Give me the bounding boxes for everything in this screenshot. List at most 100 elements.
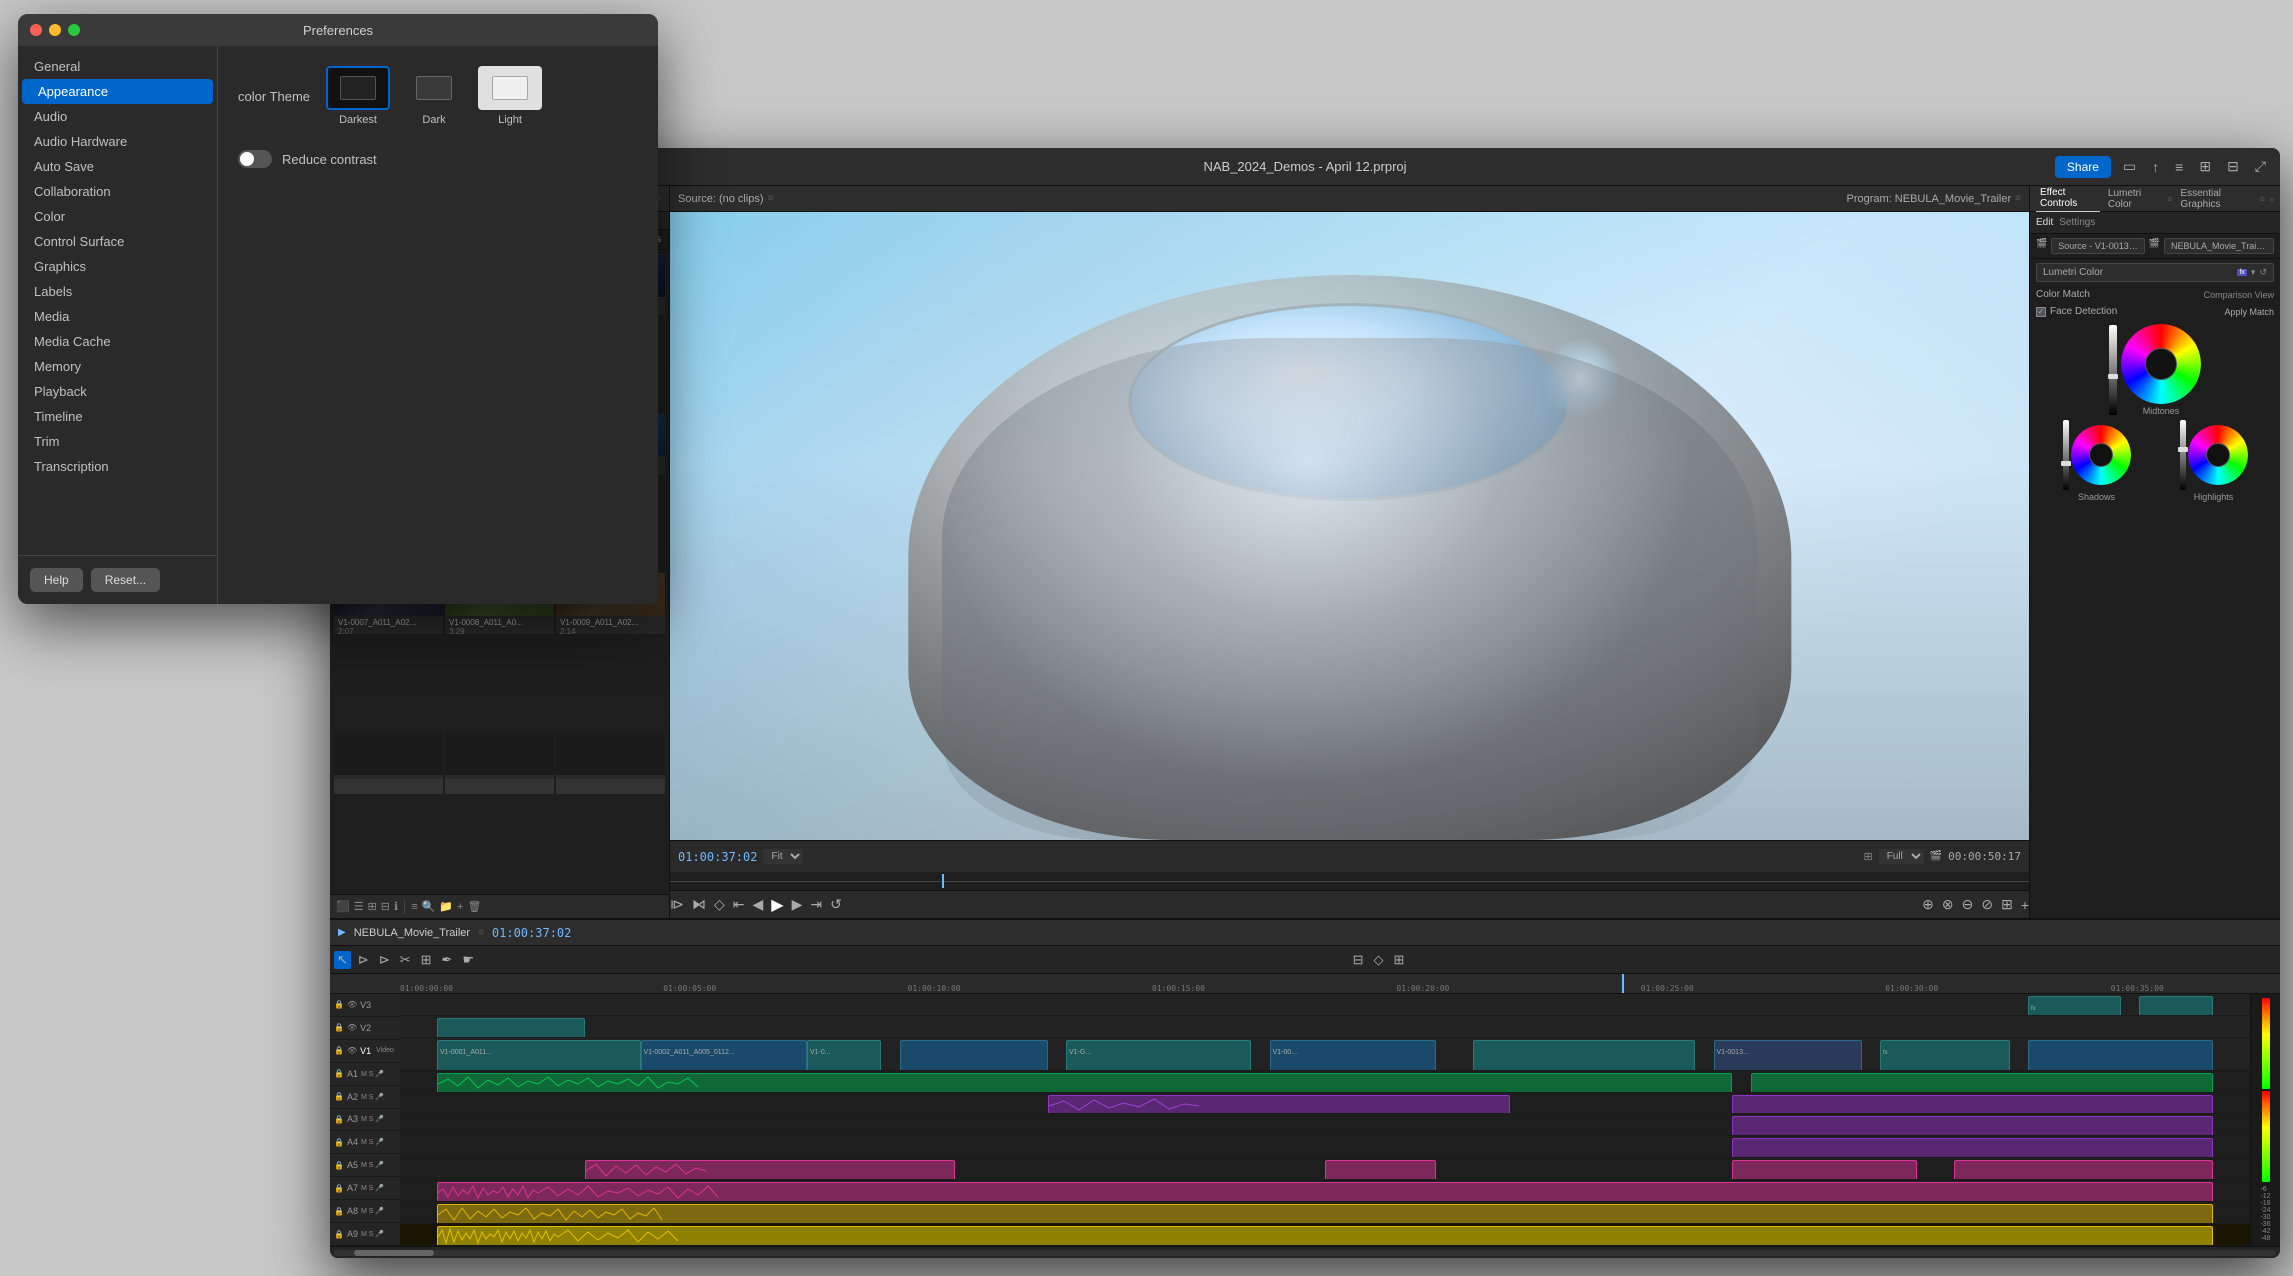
sidebar-item-audio[interactable]: Audio <box>18 104 217 129</box>
step-back-icon[interactable]: ◀ <box>753 896 764 913</box>
add-marker-icon[interactable]: ◇ <box>714 896 725 913</box>
export-frame-icon[interactable]: ⊞ <box>2001 896 2013 913</box>
midtones-wheel[interactable] <box>2121 324 2201 404</box>
timeline-scrollbar[interactable] <box>330 1246 2280 1258</box>
a5-clip-2[interactable] <box>1325 1160 1436 1180</box>
lock-icon-a4[interactable]: 🔒 <box>334 1138 344 1147</box>
share-button[interactable]: Share <box>2055 156 2111 178</box>
theme-option-dark[interactable]: Dark <box>402 66 466 126</box>
sidebar-item-control-surface[interactable]: Control Surface <box>18 229 217 254</box>
sidebar-item-general[interactable]: General <box>18 54 217 79</box>
sidebar-item-labels[interactable]: Labels <box>18 279 217 304</box>
sidebar-item-playback[interactable]: Playback <box>18 379 217 404</box>
razor-tool[interactable]: ✂ <box>397 950 414 970</box>
source-clip-button[interactable]: Source - V1-0013_A01... <box>2051 238 2145 254</box>
sidebar-item-timeline[interactable]: Timeline <box>18 404 217 429</box>
lock-icon-v3[interactable]: 🔒 <box>334 1000 344 1009</box>
mark-out-icon[interactable]: ⧑ <box>692 896 706 913</box>
new-item-icon[interactable]: + <box>457 901 463 913</box>
lock-icon-a2[interactable]: 🔒 <box>334 1092 344 1101</box>
mark-in-icon[interactable]: ⧐ <box>670 896 684 913</box>
fit-select[interactable]: Fit <box>763 849 803 864</box>
step-forward-icon[interactable]: ▶ <box>792 896 803 913</box>
sidebar-item-color[interactable]: Color <box>18 204 217 229</box>
a2-clip-1[interactable] <box>1048 1095 1511 1115</box>
sidebar-item-media[interactable]: Media <box>18 304 217 329</box>
sidebar-item-collaboration[interactable]: Collaboration <box>18 179 217 204</box>
sidebar-item-audio-hardware[interactable]: Audio Hardware <box>18 129 217 154</box>
a1-track-row[interactable] <box>400 1071 2250 1093</box>
add-icon[interactable]: + <box>2021 897 2029 913</box>
freeform-icon[interactable]: ⊟ <box>381 900 390 913</box>
captions-icon[interactable]: ⊞ <box>1391 950 1408 970</box>
help-button[interactable]: Help <box>30 568 83 592</box>
hand-tool[interactable]: ☛ <box>459 950 477 970</box>
comparison-view-button[interactable]: Comparison View <box>2204 290 2274 300</box>
fullscreen-icon[interactable]: ⤢ <box>2251 156 2270 177</box>
a8-track-row[interactable] <box>400 1202 2250 1224</box>
a7-clip-1[interactable] <box>437 1182 2213 1202</box>
v1-clip-1[interactable]: V1-0001_A011... <box>437 1040 641 1071</box>
overwrite-icon[interactable]: ⊗ <box>1942 896 1954 913</box>
next-edit-icon[interactable]: ⇥ <box>810 896 822 913</box>
extract-icon[interactable]: ⊘ <box>1981 896 1993 913</box>
theme-option-darkest[interactable]: Darkest <box>326 66 390 126</box>
pen-tool[interactable]: ✒ <box>439 950 456 970</box>
v1-clip-2[interactable]: V1-0002_A011_A005_0112... <box>641 1040 808 1071</box>
lock-icon-a5[interactable]: 🔒 <box>334 1161 344 1170</box>
sidebar-item-auto-save[interactable]: Auto Save <box>18 154 217 179</box>
minimize-button[interactable] <box>49 24 61 36</box>
reset-button[interactable]: Reset... <box>91 568 160 592</box>
a2-clip-2[interactable] <box>1732 1095 2213 1115</box>
markers-icon[interactable]: ◇ <box>1371 950 1387 970</box>
a8-clip-1[interactable] <box>437 1204 2213 1224</box>
v2-track-row[interactable] <box>400 1016 2250 1038</box>
lock-icon-a9[interactable]: 🔒 <box>334 1230 344 1239</box>
reset-icon[interactable]: ↺ <box>2259 267 2267 278</box>
sidebar-item-memory[interactable]: Memory <box>18 354 217 379</box>
timeline-timecode[interactable]: 01:00:37:02 <box>492 926 571 940</box>
a5-clip-4[interactable] <box>1954 1160 2213 1180</box>
v1-clip-4[interactable] <box>900 1040 1048 1071</box>
v1-clip-v1-0013[interactable]: V1-0013... <box>1714 1040 1862 1071</box>
playback-scrubber[interactable] <box>670 872 2029 890</box>
lock-icon-a7[interactable]: 🔒 <box>334 1184 344 1193</box>
v1-clip-5[interactable]: V1-G... <box>1066 1040 1251 1071</box>
a4-clip-1[interactable] <box>1732 1138 2213 1158</box>
metadata-icon[interactable]: ℹ <box>394 900 398 913</box>
a3-track-row[interactable] <box>400 1114 2250 1136</box>
selection-tool[interactable]: ↖ <box>334 951 351 969</box>
maximize-button[interactable] <box>68 24 80 36</box>
v1-clip-9[interactable]: fx <box>1880 1040 2010 1071</box>
lift-icon[interactable]: ⊖ <box>1962 896 1974 913</box>
a9-clip-1[interactable] <box>437 1226 2213 1246</box>
a4-track-row[interactable] <box>400 1136 2250 1158</box>
lock-icon-a8[interactable]: 🔒 <box>334 1207 344 1216</box>
theme-box-light[interactable] <box>478 66 542 110</box>
lumetri-dropdown[interactable]: Lumetri Color fx ▾ ↺ <box>2036 263 2274 282</box>
a1-clip-2[interactable] <box>1751 1073 2214 1093</box>
essential-graphics-tab[interactable]: Essential Graphics <box>2176 186 2255 212</box>
a9-track-row[interactable] <box>400 1224 2250 1246</box>
settings-subtab[interactable]: Settings <box>2059 217 2095 228</box>
program-timecode[interactable]: 01:00:37:02 <box>678 850 757 864</box>
media-browser-icon[interactable]: ⊞ <box>2195 156 2215 177</box>
sidebar-item-media-cache[interactable]: Media Cache <box>18 329 217 354</box>
theme-box-dark[interactable] <box>402 66 466 110</box>
v1-clip-6[interactable]: V1-00... <box>1270 1040 1437 1071</box>
v1-clip-10[interactable] <box>2028 1040 2213 1071</box>
scrollbar-track[interactable] <box>334 1250 2276 1256</box>
thumbnail-11[interactable] <box>445 733 554 794</box>
ripple-edit-tool[interactable]: ⊳ <box>376 950 393 970</box>
close-button[interactable] <box>30 24 42 36</box>
a5-clip-1[interactable] <box>585 1160 955 1180</box>
v1-clip-3[interactable]: V1-0... <box>807 1040 881 1071</box>
layout-icon[interactable]: ▭ <box>2119 156 2140 177</box>
playhead-marker[interactable] <box>942 874 944 888</box>
quality-select[interactable]: Full <box>1879 849 1924 864</box>
eye-icon-v3[interactable]: 👁 <box>347 1000 357 1009</box>
delete-icon[interactable]: 🗑 <box>467 900 481 913</box>
search-icon[interactable]: 🔍 <box>422 900 436 913</box>
timeline-sequence-tab[interactable]: NEBULA_Movie_Trailer <box>354 927 470 939</box>
v1-clip-7[interactable] <box>1473 1040 1695 1071</box>
